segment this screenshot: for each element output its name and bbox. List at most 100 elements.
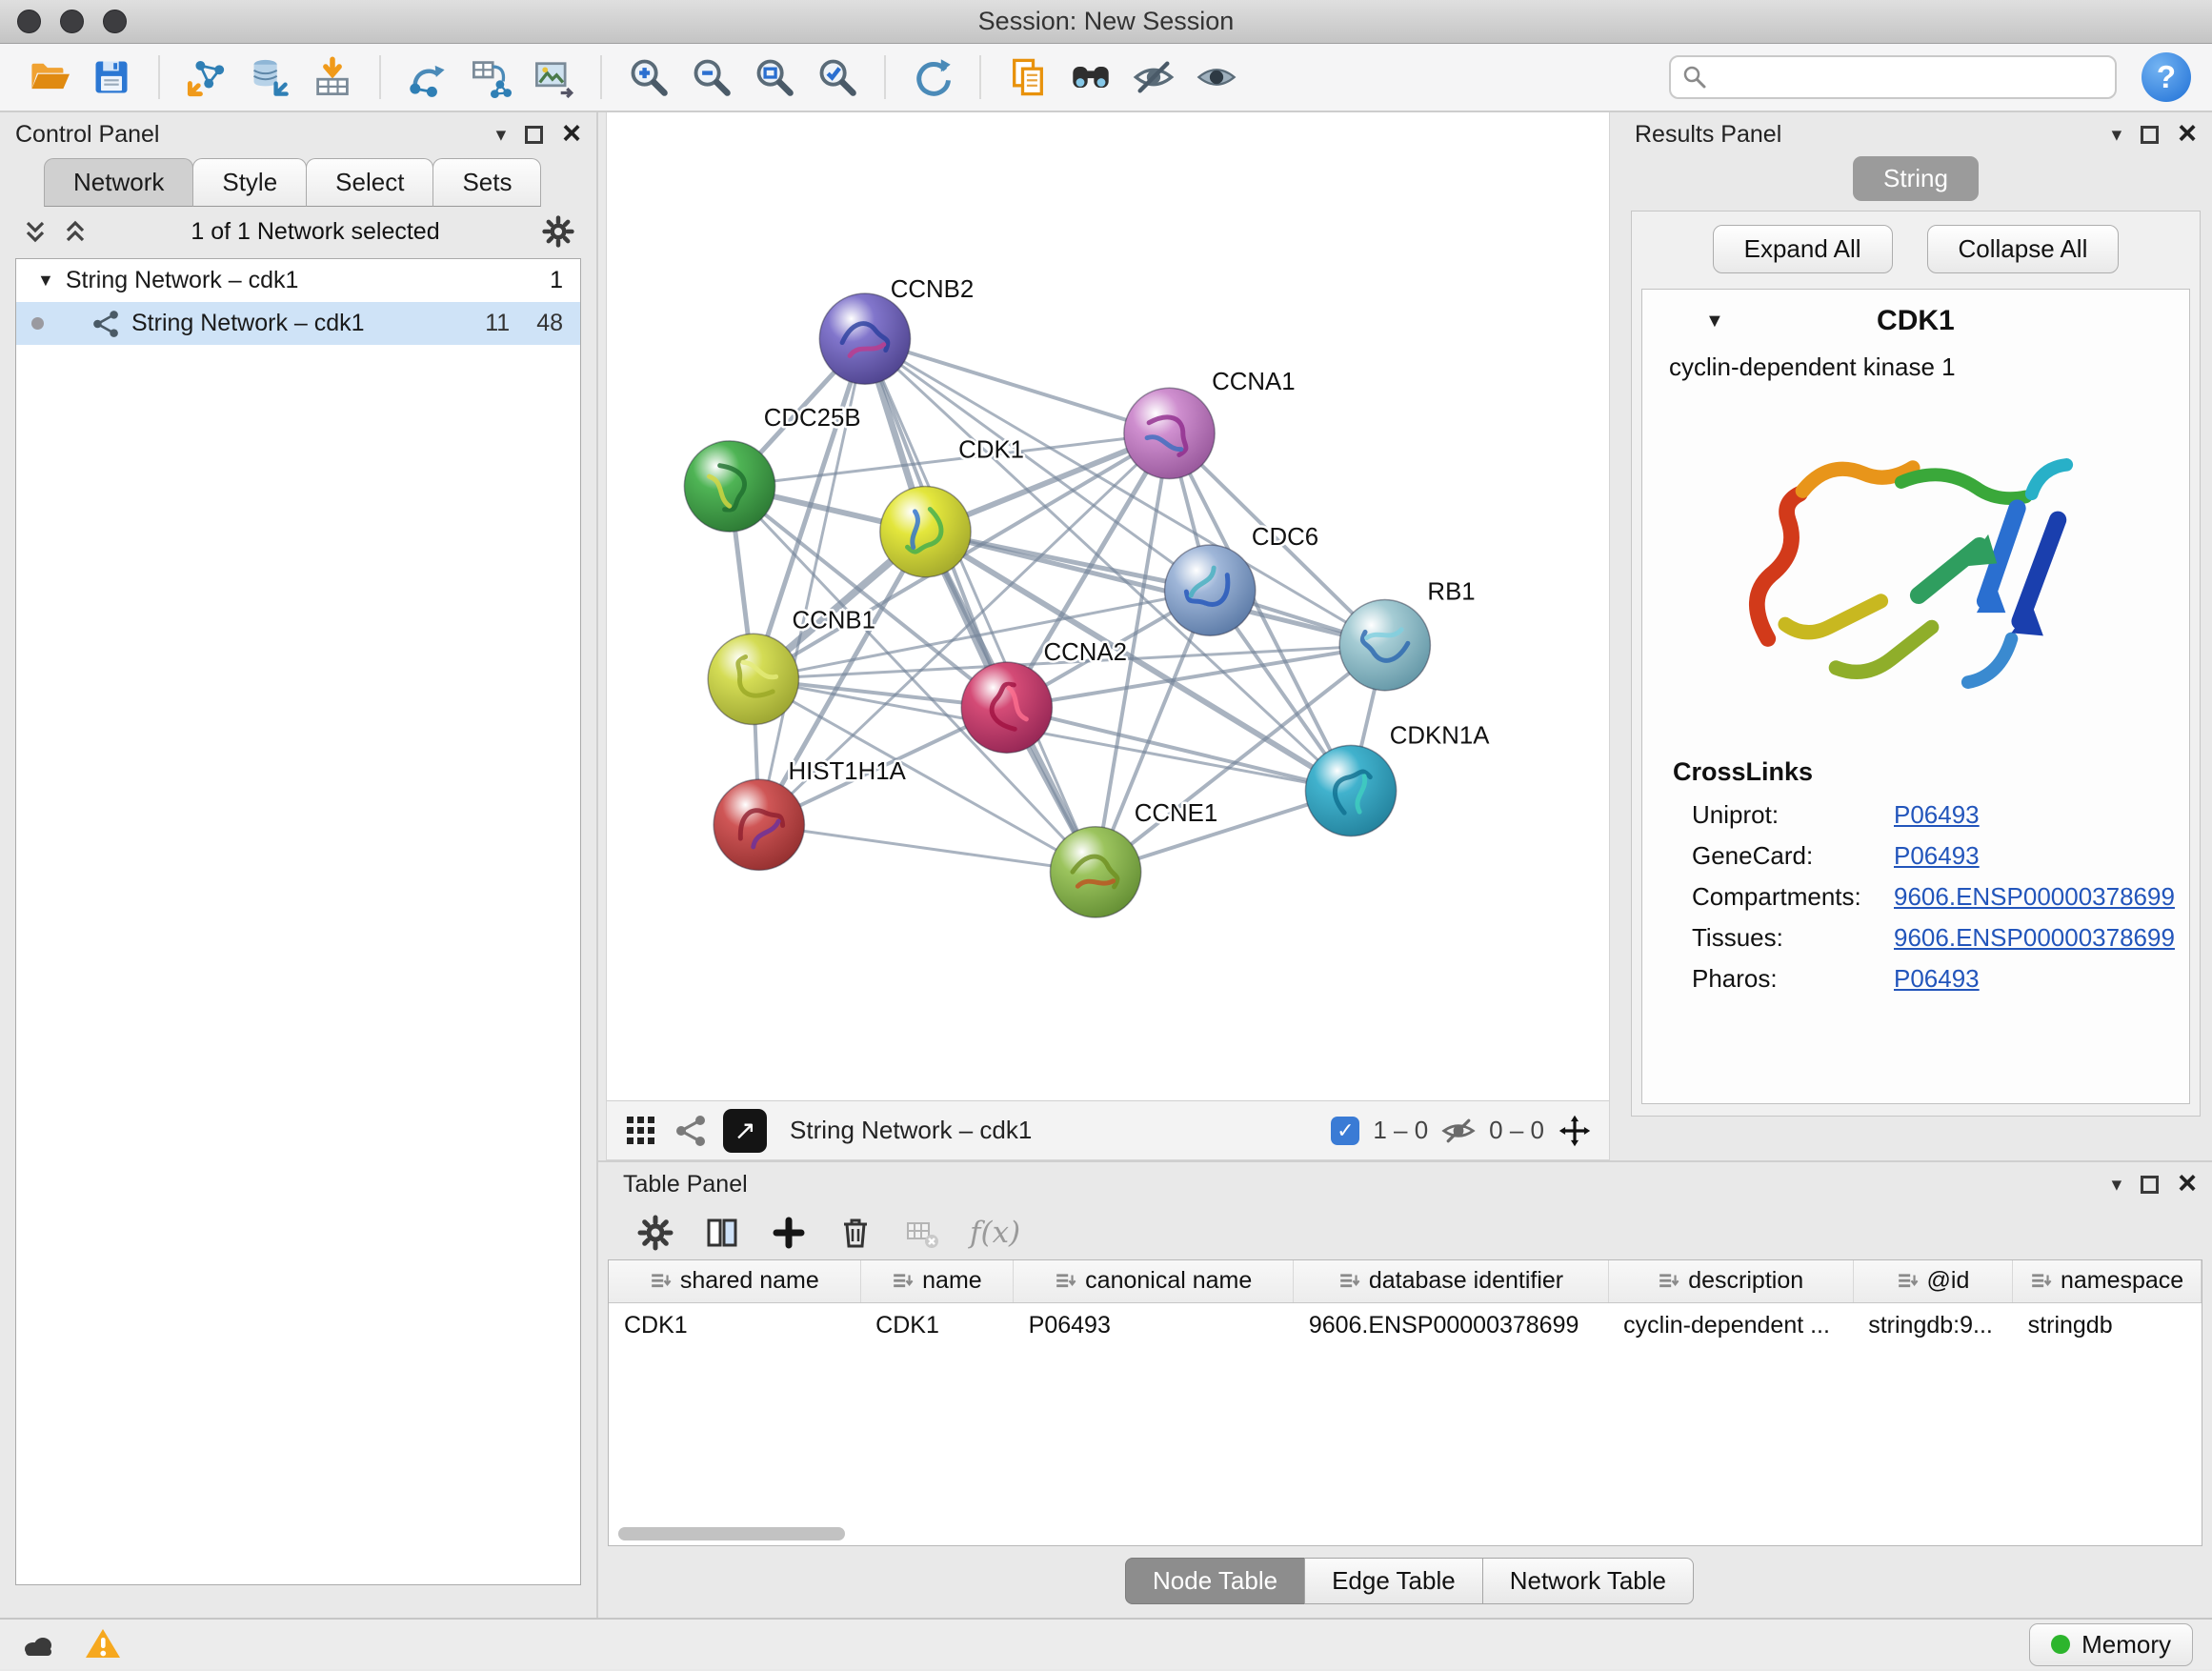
selected-nodes-checkbox-icon[interactable]: ✓ <box>1331 1117 1359 1145</box>
column-header-database-identifier[interactable]: database identifier <box>1294 1260 1608 1302</box>
section-collapse-caret-icon[interactable]: ▼ <box>1705 311 1724 332</box>
column-header-id[interactable]: @id <box>1853 1260 2012 1302</box>
node-label-ccne1: CCNE1 <box>1135 800 1217 827</box>
crosslink-link-pharos[interactable]: P06493 <box>1894 964 1980 994</box>
close-panel-icon[interactable]: × <box>2178 121 2197 147</box>
search-input[interactable] <box>1717 64 2103 91</box>
import-network-file-icon[interactable] <box>179 50 234 105</box>
delete-table-icon-disabled[interactable] <box>903 1214 941 1252</box>
crosslink-row: GeneCard:P06493 <box>1642 836 2189 876</box>
apply-layout-icon[interactable] <box>905 50 960 105</box>
zoom-in-icon[interactable] <box>621 50 676 105</box>
open-session-icon[interactable] <box>21 50 76 105</box>
network-selector-bar: 1 of 1 Network selected <box>0 207 596 252</box>
table-cell: stringdb:9... <box>1853 1302 2012 1348</box>
crosslink-link-compartments[interactable]: 9606.ENSP00000378699 <box>1894 882 2175 912</box>
network-canvas[interactable]: CCNB2CCNA1CDC25BCDK1CDC6RB1CCNB1CCNA2CDK… <box>607 112 1609 1100</box>
table-options-gear-icon[interactable] <box>636 1214 674 1252</box>
delete-column-icon[interactable] <box>836 1214 875 1252</box>
maximize-panel-icon[interactable] <box>525 126 543 144</box>
network-collection-row[interactable]: ▼ String Network – cdk1 1 <box>16 259 580 302</box>
zoom-window-button[interactable] <box>103 10 127 33</box>
column-header-name[interactable]: name <box>860 1260 1014 1302</box>
horizontal-scrollbar[interactable] <box>618 1527 845 1540</box>
detach-view-icon[interactable]: ↗ <box>723 1109 767 1153</box>
column-header-shared-name[interactable]: shared name <box>609 1260 860 1302</box>
network-node-cdkn1a[interactable] <box>1305 745 1396 836</box>
function-builder-icon[interactable]: f(x) <box>970 1216 1020 1250</box>
show-all-icon[interactable] <box>1189 50 1244 105</box>
expand-all-button[interactable]: Expand All <box>1713 225 1893 273</box>
column-header-description[interactable]: description <box>1608 1260 1853 1302</box>
new-network-icon[interactable] <box>400 50 455 105</box>
tab-node-table[interactable]: Node Table <box>1125 1558 1305 1604</box>
close-panel-icon[interactable]: × <box>562 121 581 147</box>
network-node-ccnb1[interactable] <box>708 634 798 724</box>
zoom-fit-icon[interactable] <box>747 50 802 105</box>
maximize-panel-icon[interactable] <box>2141 126 2159 144</box>
expand-all-networks-icon[interactable] <box>21 217 50 246</box>
network-node-hist1h1a[interactable] <box>714 779 804 870</box>
hide-selected-icon[interactable] <box>1126 50 1181 105</box>
save-session-icon[interactable] <box>84 50 139 105</box>
warning-icon[interactable] <box>84 1625 122 1663</box>
copy-document-icon[interactable] <box>1000 50 1056 105</box>
network-edge[interactable] <box>759 825 1096 873</box>
network-row[interactable]: String Network – cdk1 11 48 <box>16 302 580 345</box>
network-edge[interactable] <box>865 339 1096 873</box>
grid-view-icon[interactable] <box>624 1114 658 1148</box>
crosslink-link-tissues[interactable]: 9606.ENSP00000378699 <box>1894 923 2175 953</box>
minimize-window-button[interactable] <box>60 10 84 33</box>
collapse-all-button[interactable]: Collapse All <box>1927 225 2120 273</box>
float-panel-icon[interactable]: ▾ <box>2112 123 2122 147</box>
table-row[interactable]: CDK1CDK1P064939606.ENSP00000378699cyclin… <box>609 1302 2202 1348</box>
close-panel-icon[interactable]: × <box>2178 1171 2197 1197</box>
tab-network-table[interactable]: Network Table <box>1482 1558 1694 1604</box>
crosslink-link-uniprot[interactable]: P06493 <box>1894 800 1980 830</box>
network-view-title: String Network – cdk1 <box>790 1116 1032 1145</box>
zoom-selected-icon[interactable] <box>810 50 865 105</box>
crosslink-link-genecard[interactable]: P06493 <box>1894 841 1980 871</box>
export-image-icon[interactable] <box>526 50 581 105</box>
network-node-ccna1[interactable] <box>1124 388 1215 478</box>
float-panel-icon[interactable]: ▾ <box>496 123 507 147</box>
zoom-out-icon[interactable] <box>684 50 739 105</box>
pan-crosshair-icon[interactable] <box>1558 1114 1592 1148</box>
collapse-all-networks-icon[interactable] <box>61 217 90 246</box>
network-node-ccnb2[interactable] <box>819 293 910 384</box>
network-node-ccne1[interactable] <box>1050 827 1140 917</box>
network-node-cdc25b[interactable] <box>684 441 774 532</box>
cloud-icon[interactable] <box>19 1625 57 1663</box>
show-columns-icon[interactable] <box>703 1214 741 1252</box>
column-header-namespace[interactable]: namespace <box>2013 1260 2202 1302</box>
tab-select[interactable]: Select <box>306 158 433 207</box>
workspace: Control Panel ▾ × NetworkStyleSelectSets… <box>0 112 2212 1618</box>
maximize-panel-icon[interactable] <box>2141 1176 2159 1194</box>
tab-string[interactable]: String <box>1853 156 1979 201</box>
network-node-cdc6[interactable] <box>1165 545 1256 635</box>
network-overview-icon[interactable] <box>674 1114 708 1148</box>
hidden-elements-icon[interactable] <box>1441 1114 1476 1148</box>
network-edge[interactable] <box>865 339 1170 433</box>
import-table-icon[interactable] <box>305 50 360 105</box>
create-column-icon[interactable] <box>770 1214 808 1252</box>
protein-structure-image <box>1642 382 2189 748</box>
network-node-rb1[interactable] <box>1339 600 1430 691</box>
network-node-cdk1[interactable] <box>880 486 971 576</box>
tab-style[interactable]: Style <box>192 158 307 207</box>
float-panel-icon[interactable]: ▾ <box>2112 1173 2122 1197</box>
tab-sets[interactable]: Sets <box>432 158 541 207</box>
import-network-database-icon[interactable] <box>242 50 297 105</box>
tree-expand-caret-icon[interactable]: ▼ <box>37 271 54 291</box>
new-network-from-table-icon[interactable] <box>463 50 518 105</box>
tab-edge-table[interactable]: Edge Table <box>1304 1558 1483 1604</box>
tab-network[interactable]: Network <box>44 158 193 207</box>
column-header-canonical-name[interactable]: canonical name <box>1014 1260 1294 1302</box>
help-icon[interactable]: ? <box>2142 52 2191 102</box>
crosslinks-heading: CrossLinks <box>1642 748 2189 795</box>
network-node-ccna2[interactable] <box>961 662 1052 753</box>
first-neighbors-icon[interactable] <box>1063 50 1118 105</box>
memory-button[interactable]: Memory <box>2029 1623 2193 1666</box>
network-options-gear-icon[interactable] <box>541 214 575 249</box>
close-window-button[interactable] <box>17 10 41 33</box>
